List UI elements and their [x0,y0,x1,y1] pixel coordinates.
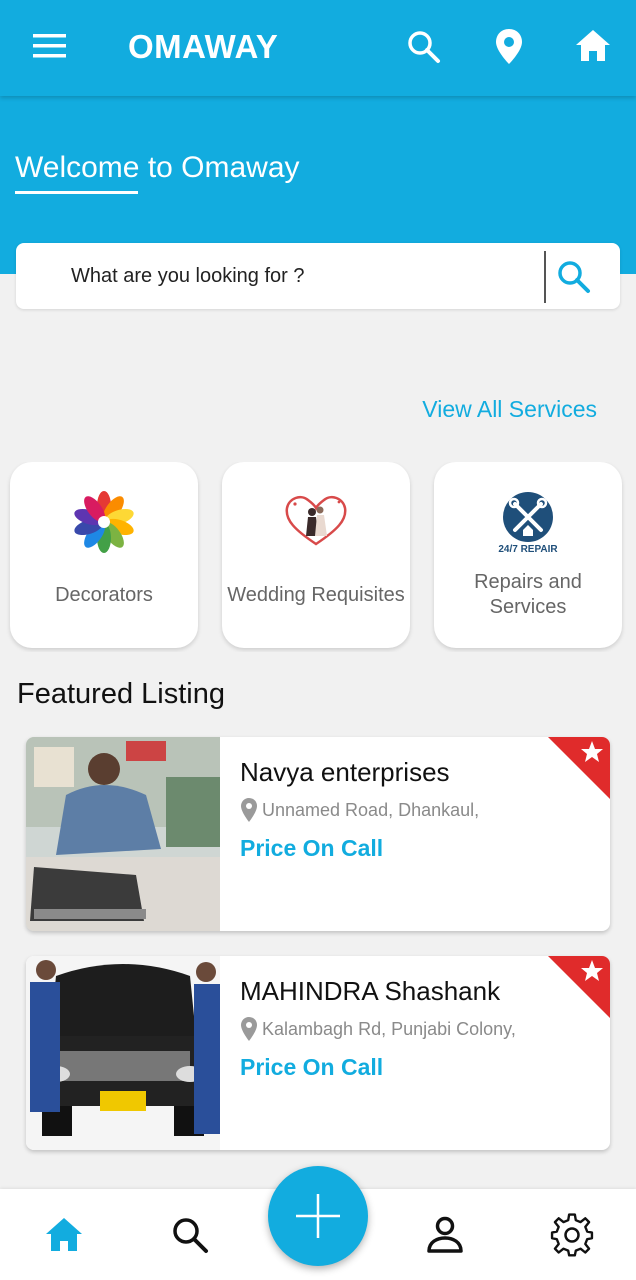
settings-icon[interactable] [548,1211,596,1259]
listing-card-mahindra[interactable]: MAHINDRA Shashank Kalambagh Rd, Punjabi … [26,956,610,1150]
welcome-heading: Welcome to Omaway [15,151,300,184]
home-icon[interactable] [40,1211,88,1259]
services-carousel[interactable]: Decorators Wedding Requisites 24/7 REPAI… [0,462,636,652]
search-icon[interactable] [403,26,443,66]
listing-name: MAHINDRA Shashank [240,976,501,1006]
featured-star-ribbon-icon [548,956,610,1018]
listing-address: Kalambagh Rd, Punjabi Colony, [262,1019,516,1039]
service-label: Decorators [55,584,153,606]
add-icon [296,1194,340,1238]
menu-icon[interactable] [30,28,70,64]
listing-address: Unnamed Road, Dhankaul, [262,800,480,820]
listing-name: Navya enterprises [240,757,450,787]
app-title: OMAWAY [128,28,279,65]
repair-logo-text: 24/7 REPAIR [498,544,558,555]
add-button[interactable] [268,1166,368,1266]
listing-price: Price On Call [240,1054,384,1080]
service-card-wedding-requisites[interactable]: Wedding Requisites [222,462,410,648]
profile-icon[interactable] [421,1211,469,1259]
location-icon[interactable] [489,26,529,66]
service-label: Wedding Requisites [227,584,405,606]
featured-listing-heading: Featured Listing [17,678,225,710]
listing-card-navya[interactable]: Navya enterprises Unnamed Road, Dhankaul… [26,737,610,931]
service-card-repairs-and-services[interactable]: 24/7 REPAIR Repairs and Services [434,462,622,648]
search-input[interactable]: What are you looking for ? [71,265,304,288]
listing-price: Price On Call [240,835,384,861]
location-pin-icon [241,1017,257,1041]
heart-couple-logo-icon [285,496,347,546]
search-icon[interactable] [166,1211,214,1259]
home-icon[interactable] [573,26,613,66]
search-bar[interactable]: What are you looking for ? [16,243,620,309]
welcome-underline [15,191,138,194]
location-pin-icon [241,798,257,822]
listing-photo [26,737,220,931]
search-icon[interactable] [554,257,594,297]
service-label: Repairs and Services [474,571,582,618]
app-bar: OMAWAY [0,0,636,96]
search-divider [544,251,546,303]
flower-logo-icon [74,491,134,553]
view-all-services-link[interactable]: View All Services [422,396,597,423]
listing-photo [26,956,220,1150]
service-card-decorators[interactable]: Decorators [10,462,198,648]
featured-star-ribbon-icon [548,737,610,799]
